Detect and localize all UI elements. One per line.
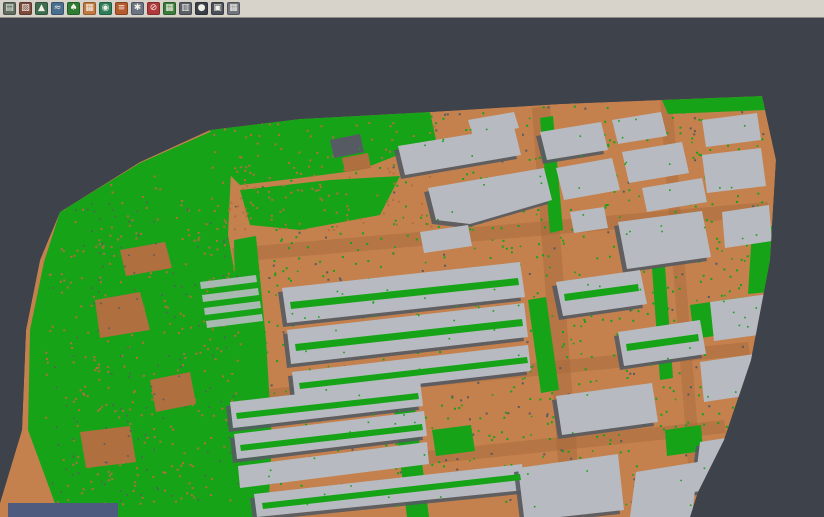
image-icon[interactable]: ▨ <box>19 2 32 15</box>
chart-icon[interactable]: ▥ <box>179 2 192 15</box>
water-icon[interactable]: ≈ <box>51 2 64 15</box>
terrain-icon[interactable]: ▦ <box>83 2 96 15</box>
grid-icon[interactable]: ▦ <box>163 2 176 15</box>
toolbar: ▤▨▲≈♠▦◉≡✱⊘▦▥●▣▦ <box>0 0 824 18</box>
application-window: ▤▨▲≈♠▦◉≡✱⊘▦▥●▣▦ <box>0 0 824 517</box>
table-icon[interactable]: ▦ <box>227 2 240 15</box>
globe-icon[interactable]: ◉ <box>99 2 112 15</box>
contour-icon[interactable]: ≡ <box>115 2 128 15</box>
remove-icon[interactable]: ⊘ <box>147 2 160 15</box>
mountain-icon[interactable]: ▲ <box>35 2 48 15</box>
tree-icon[interactable]: ♠ <box>67 2 80 15</box>
globe-dark-icon[interactable]: ● <box>195 2 208 15</box>
3d-viewport[interactable] <box>0 18 824 517</box>
scene-svg <box>0 18 824 517</box>
camera-icon[interactable]: ▣ <box>211 2 224 15</box>
settings-icon[interactable]: ✱ <box>131 2 144 15</box>
layers-icon[interactable]: ▤ <box>3 2 16 15</box>
